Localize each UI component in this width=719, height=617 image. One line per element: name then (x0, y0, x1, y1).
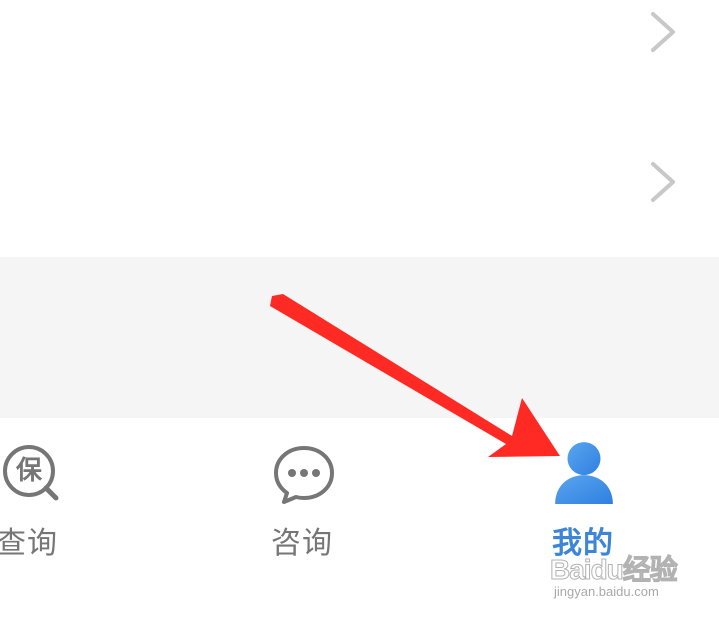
chat-bubble-icon (274, 446, 334, 504)
tab-mine-label: 我的 (552, 526, 614, 561)
chevron-right-icon (651, 12, 675, 52)
tab-query-label: 查询 (0, 526, 58, 561)
section-divider-band (0, 257, 719, 418)
list-row-2[interactable] (0, 106, 719, 256)
bao-glyph: 保 (15, 456, 42, 486)
bottom-tab-bar: 保 查询 咨询 我的 (0, 418, 719, 617)
chevron-right-icon (651, 162, 675, 202)
bao-search-icon: 保 (0, 442, 64, 506)
tab-query[interactable]: 保 查询 (0, 418, 100, 617)
tab-mine[interactable]: 我的 (513, 418, 653, 617)
tab-consult[interactable]: 咨询 (232, 418, 372, 617)
list-row-1[interactable]: ⟩ (0, 0, 719, 106)
tab-consult-label: 咨询 (271, 526, 333, 561)
user-icon (555, 442, 613, 504)
